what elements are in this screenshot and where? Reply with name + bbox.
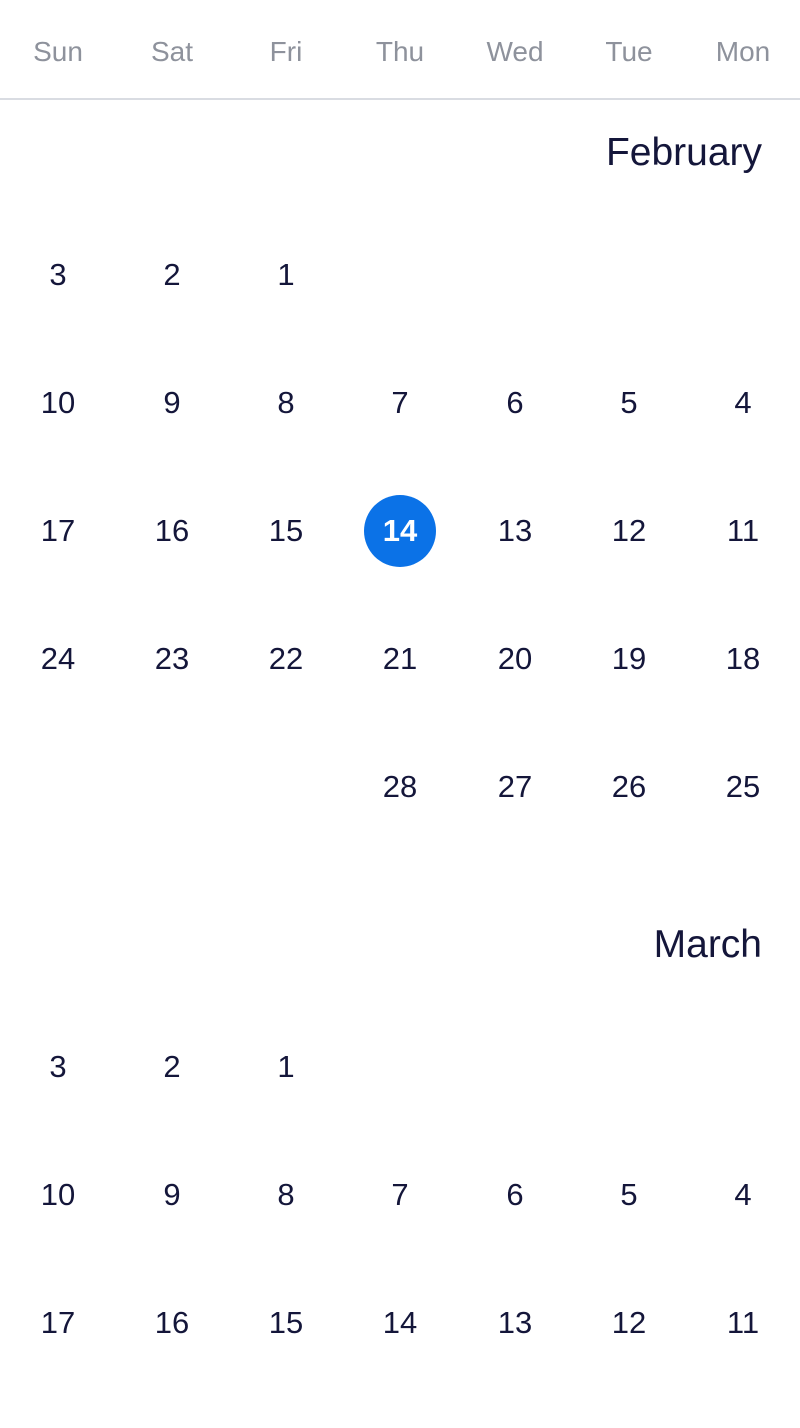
day-cell[interactable]: 1 bbox=[250, 239, 322, 311]
month-title: February bbox=[605, 131, 762, 174]
weekday-label-sat: Sat bbox=[150, 36, 194, 67]
weekday-label-sun: Sun bbox=[33, 36, 83, 67]
day-cell[interactable]: 15 bbox=[250, 1287, 322, 1359]
day-cell[interactable]: 9 bbox=[136, 367, 208, 439]
month-title: March bbox=[653, 923, 762, 966]
month-february: February 3 2 1 10 9 8 7 6 5 4 17 16 15 14 13 12 11 24 23 22 2… bbox=[0, 100, 800, 892]
day-cell[interactable]: 18 bbox=[707, 623, 779, 695]
day-cell[interactable]: 2 bbox=[136, 239, 208, 311]
day-cell[interactable]: 2 bbox=[136, 1031, 208, 1103]
day-cell[interactable]: 21 bbox=[364, 623, 436, 695]
day-cell[interactable]: 12 bbox=[593, 495, 665, 567]
day-cell[interactable]: 17 bbox=[22, 1287, 94, 1359]
day-cell[interactable]: 8 bbox=[250, 367, 322, 439]
day-cell[interactable]: 4 bbox=[707, 1159, 779, 1231]
day-cell[interactable]: 7 bbox=[364, 367, 436, 439]
weekday-label-tue: Tue bbox=[605, 36, 653, 67]
day-cell[interactable]: 16 bbox=[136, 495, 208, 567]
day-cell[interactable]: 26 bbox=[593, 751, 665, 823]
day-cell[interactable]: 5 bbox=[593, 1159, 665, 1231]
weekday-label-mon: Mon bbox=[715, 36, 771, 67]
month-march: March 3 2 1 10 9 8 7 6 5 4 17 16 15 14 13 12 11 bbox=[0, 892, 800, 1428]
weekday-header: Sun Sat Fri Thu Wed Tue Mon bbox=[0, 0, 800, 100]
day-cell[interactable]: 10 bbox=[22, 367, 94, 439]
day-cell[interactable]: 22 bbox=[250, 623, 322, 695]
weekday-label-fri: Fri bbox=[269, 36, 303, 67]
day-cell[interactable]: 16 bbox=[136, 1287, 208, 1359]
day-cell[interactable]: 9 bbox=[136, 1159, 208, 1231]
day-cell[interactable]: 19 bbox=[593, 623, 665, 695]
day-cell[interactable]: 10 bbox=[22, 1159, 94, 1231]
day-cell[interactable]: 25 bbox=[707, 751, 779, 823]
day-cell[interactable]: 6 bbox=[479, 1159, 551, 1231]
day-cell[interactable]: 12 bbox=[593, 1287, 665, 1359]
day-cell[interactable]: 27 bbox=[479, 751, 551, 823]
day-cell[interactable]: 3 bbox=[22, 1031, 94, 1103]
day-cell[interactable]: 8 bbox=[250, 1159, 322, 1231]
day-cell[interactable]: 14 bbox=[364, 1287, 436, 1359]
weekday-label-thu: Thu bbox=[375, 36, 425, 67]
day-cell[interactable]: 23 bbox=[136, 623, 208, 695]
day-cell[interactable]: 20 bbox=[479, 623, 551, 695]
day-cell[interactable]: 1 bbox=[250, 1031, 322, 1103]
day-cell[interactable]: 11 bbox=[707, 495, 779, 567]
weekday-label-wed: Wed bbox=[486, 36, 544, 67]
day-cell[interactable]: 24 bbox=[22, 623, 94, 695]
day-cell[interactable]: 15 bbox=[250, 495, 322, 567]
day-cell-selected[interactable]: 14 bbox=[364, 495, 436, 567]
day-cell[interactable]: 5 bbox=[593, 367, 665, 439]
day-cell[interactable]: 28 bbox=[364, 751, 436, 823]
day-cell[interactable]: 13 bbox=[479, 495, 551, 567]
day-cell[interactable]: 3 bbox=[22, 239, 94, 311]
day-cell[interactable]: 6 bbox=[479, 367, 551, 439]
day-cell[interactable]: 11 bbox=[707, 1287, 779, 1359]
calendar-months: February 3 2 1 10 9 8 7 6 5 4 17 16 15 14 13 12 11 24 23 22 2… bbox=[0, 100, 800, 1428]
day-cell[interactable]: 4 bbox=[707, 367, 779, 439]
day-cell[interactable]: 7 bbox=[364, 1159, 436, 1231]
day-cell[interactable]: 17 bbox=[22, 495, 94, 567]
day-cell[interactable]: 13 bbox=[479, 1287, 551, 1359]
